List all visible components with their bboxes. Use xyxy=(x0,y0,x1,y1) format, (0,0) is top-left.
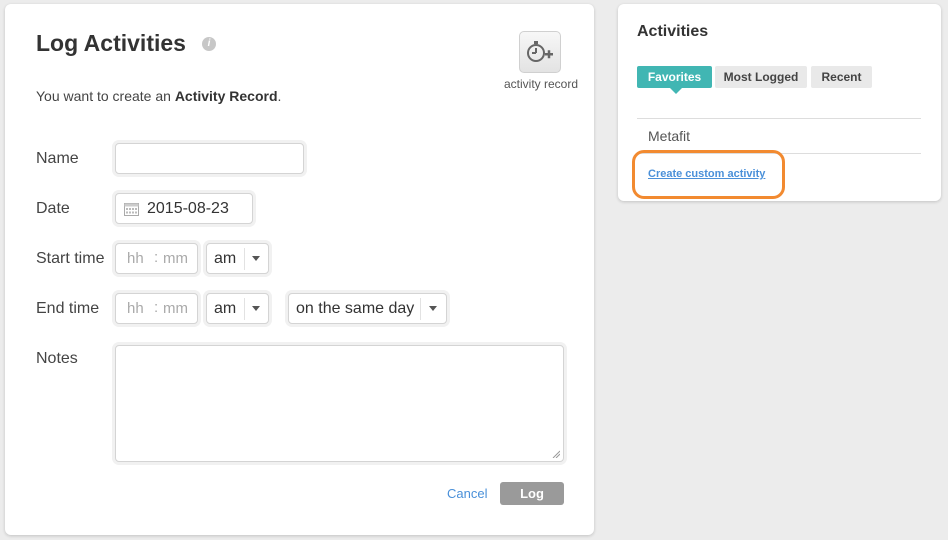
name-input[interactable] xyxy=(115,143,304,174)
select-separator xyxy=(244,248,245,270)
date-value: 2015-08-23 xyxy=(147,200,229,217)
intro-suffix: . xyxy=(277,88,282,104)
tab-recent-label: Recent xyxy=(821,70,862,84)
end-ampm-select[interactable]: am xyxy=(206,293,269,324)
chevron-down-icon xyxy=(252,256,260,261)
end-day-select[interactable]: on the same day xyxy=(288,293,447,324)
tab-favorites[interactable]: Favorites xyxy=(637,66,712,94)
select-separator xyxy=(420,298,421,320)
end-day-value: on the same day xyxy=(296,300,415,317)
activities-title: Activities xyxy=(637,23,709,40)
end-ampm-value: am xyxy=(214,300,237,317)
resize-grip-icon[interactable] xyxy=(552,450,560,458)
divider xyxy=(637,118,921,119)
active-tab-pointer xyxy=(670,88,682,94)
start-hour-placeholder: hh xyxy=(127,250,144,267)
cancel-link[interactable]: Cancel xyxy=(447,486,487,501)
tab-most-logged[interactable]: Most Logged xyxy=(715,66,807,88)
date-label: Date xyxy=(36,200,70,217)
info-icon[interactable]: i xyxy=(202,37,216,51)
end-time-label: End time xyxy=(36,300,100,317)
start-time-input[interactable]: hh : mm xyxy=(115,243,198,274)
start-minute-placeholder: mm xyxy=(163,250,188,267)
date-field[interactable]: 2015-08-23 xyxy=(115,193,253,224)
name-label: Name xyxy=(36,150,79,167)
end-time-colon: : xyxy=(154,299,159,316)
log-activities-panel: Log Activities i activity record You wan… xyxy=(5,4,594,535)
tab-most-logged-label: Most Logged xyxy=(723,70,799,84)
chevron-down-icon xyxy=(429,306,437,311)
intro-prefix: You want to create an xyxy=(36,88,175,104)
notes-label: Notes xyxy=(36,350,78,367)
intro-text: You want to create an Activity Record. xyxy=(36,88,281,104)
notes-textarea[interactable] xyxy=(115,345,564,462)
log-button[interactable]: Log xyxy=(500,482,564,505)
activity-record-button[interactable] xyxy=(519,31,561,73)
stopwatch-plus-icon xyxy=(527,41,553,62)
activity-item-metafit[interactable]: Metafit xyxy=(648,128,690,144)
calendar-icon xyxy=(124,203,139,216)
page-title: Log Activities xyxy=(36,30,186,56)
activity-record-label: activity record xyxy=(503,77,579,91)
select-separator xyxy=(244,298,245,320)
start-ampm-select[interactable]: am xyxy=(206,243,269,274)
start-ampm-value: am xyxy=(214,250,237,267)
chevron-down-icon xyxy=(252,306,260,311)
end-hour-placeholder: hh xyxy=(127,300,144,317)
tab-recent[interactable]: Recent xyxy=(811,66,872,88)
start-time-label: Start time xyxy=(36,250,105,267)
intro-bold: Activity Record xyxy=(174,88,278,104)
end-time-input[interactable]: hh : mm xyxy=(115,293,198,324)
end-minute-placeholder: mm xyxy=(163,300,188,317)
start-time-colon: : xyxy=(154,249,159,266)
highlight-annotation xyxy=(632,150,785,199)
tab-favorites-label: Favorites xyxy=(647,70,702,84)
